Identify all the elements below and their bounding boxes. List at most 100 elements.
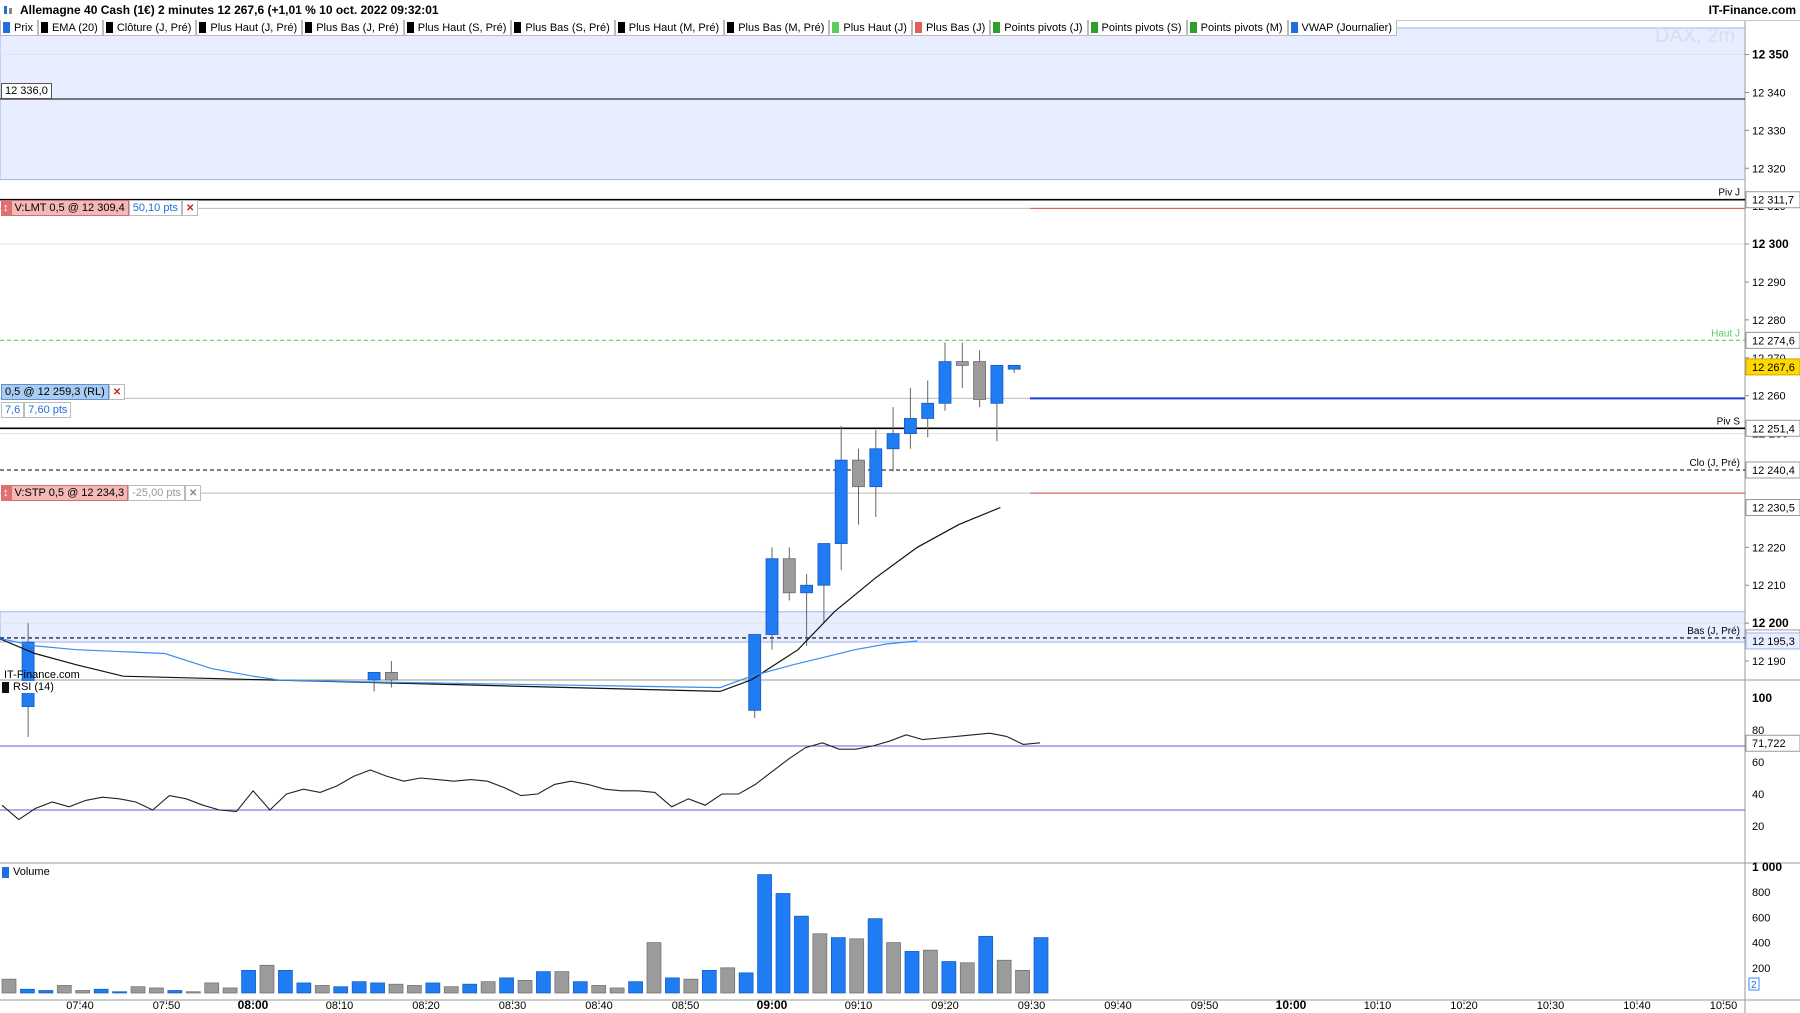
legend-item[interactable]: Plus Haut (J) [829,20,912,36]
volume-bar[interactable] [462,983,478,994]
volume-bar[interactable] [941,961,957,994]
candle[interactable] [973,361,986,400]
legend-item[interactable]: Plus Haut (S, Pré) [403,20,512,36]
volume-bar[interactable] [572,981,588,994]
volume-bar[interactable] [959,962,975,994]
volume-bar[interactable] [738,972,754,994]
volume-bar[interactable] [775,893,791,994]
volume-bar[interactable] [278,969,293,994]
rsi-panel-label[interactable]: RSI (14) [2,681,54,693]
legend-item[interactable]: Plus Bas (S, Pré) [511,20,615,36]
drag-handle-icon[interactable]: ↕ [1,200,11,217]
cancel-stop-icon[interactable]: ✕ [185,485,202,502]
volume-bar[interactable] [407,985,422,994]
candle[interactable] [1007,364,1021,370]
volume-bar[interactable] [93,988,109,994]
legend-item[interactable]: Plus Bas (J, Pré) [302,20,404,36]
candle[interactable] [834,459,848,544]
volume-bar[interactable] [646,942,662,994]
volume-bar[interactable] [388,983,404,994]
volume-bar[interactable] [56,985,72,994]
position-pnl-box[interactable]: 7,6 7,60 pts [1,402,72,419]
legend-item[interactable]: Plus Bas (M, Pré) [724,20,830,36]
candle[interactable] [782,558,796,594]
volume-bar[interactable] [794,915,809,994]
candle[interactable] [938,361,952,404]
candle[interactable] [367,672,381,681]
volume-bar[interactable] [333,986,349,994]
volume-bar[interactable] [701,969,717,994]
legend-item[interactable]: Plus Bas (J) [911,20,991,36]
volume-bar[interactable] [259,964,275,994]
volume-bar[interactable] [130,986,146,994]
limit-order-box[interactable]: ↕ V:LMT 0,5 @ 12 309,4 50,10 pts ✕ [1,200,199,217]
candle[interactable] [990,364,1004,404]
volume-bar[interactable] [296,982,312,994]
candle[interactable] [869,448,883,488]
candle[interactable] [748,634,762,711]
volume-bar[interactable] [370,982,385,994]
legend-item[interactable]: Points pivots (J) [990,20,1088,36]
drag-handle-icon[interactable]: ↕ [1,485,11,502]
stop-order-box[interactable]: ↕ V:STP 0,5 @ 12 234,3 -25,00 pts ✕ [1,485,202,502]
legend-item[interactable]: Prix [0,20,38,36]
volume-bar[interactable] [609,987,625,994]
candle[interactable] [384,672,398,681]
volume-bar[interactable] [536,971,551,994]
volume-bar[interactable] [75,990,91,994]
volume-bar[interactable] [204,982,220,994]
volume-bar[interactable] [185,991,201,994]
candle[interactable] [886,433,900,450]
position-box[interactable]: 0,5 @ 12 259,3 (RL) ✕ [1,384,126,401]
candle[interactable] [921,402,935,419]
volume-bar[interactable] [830,937,846,994]
candle[interactable] [904,418,917,435]
volume-bar[interactable] [886,942,901,994]
legend-item[interactable]: Plus Haut (J, Pré) [196,20,303,36]
volume-bar[interactable] [517,980,533,994]
volume-bar[interactable] [904,951,920,994]
volume-bar[interactable] [38,990,54,994]
volume-bar[interactable] [849,938,865,994]
volume-bar[interactable] [112,991,127,994]
volume-bar[interactable] [628,981,643,994]
cancel-limit-icon[interactable]: ✕ [182,200,199,217]
volume-bar[interactable] [1,978,17,994]
volume-bar[interactable] [720,967,736,994]
volume-bar[interactable] [591,985,607,994]
volume-bar[interactable] [1033,937,1049,994]
volume-bar[interactable] [499,977,514,994]
volume-bar[interactable] [241,969,256,994]
chart-type-icon[interactable] [2,4,14,16]
volume-bar[interactable] [978,935,994,994]
candle[interactable] [955,361,969,366]
volume-bar[interactable] [996,959,1012,994]
volume-panel-label[interactable]: Volume [2,866,50,878]
legend-item[interactable]: EMA (20) [37,20,103,36]
volume-bar[interactable] [480,981,496,994]
volume-bar[interactable] [554,971,570,994]
volume-bar[interactable] [351,981,367,994]
cursor-level-box[interactable]: 12 336,0 [1,83,52,99]
legend-item[interactable]: Clôture (J, Pré) [102,20,197,36]
candle[interactable] [817,543,831,586]
legend-item[interactable]: Points pivots (S) [1087,20,1187,36]
volume-bar[interactable] [812,933,828,994]
legend-item[interactable]: Plus Haut (M, Pré) [614,20,725,36]
candle[interactable] [852,459,865,488]
chart-canvas[interactable]: DAX, 2m Piv J Haut J Piv S Clo (J, Pré) Bas (… [0,0,1800,1013]
volume-bar[interactable] [425,982,441,994]
volume-bar[interactable] [757,874,772,994]
volume-bar[interactable] [443,986,459,994]
brand-label[interactable]: IT-Finance.com [1709,3,1796,17]
volume-bar[interactable] [867,918,883,994]
legend-item[interactable]: Points pivots (M) [1186,20,1288,36]
volume-bar[interactable] [222,987,238,994]
close-position-icon[interactable]: ✕ [108,384,126,401]
candle[interactable] [800,584,813,594]
volume-bar[interactable] [665,977,680,994]
volume-bar[interactable] [1015,969,1030,994]
volume-bar[interactable] [149,987,164,994]
candle[interactable] [765,558,779,635]
legend-item[interactable]: VWAP (Journalier) [1287,20,1398,36]
